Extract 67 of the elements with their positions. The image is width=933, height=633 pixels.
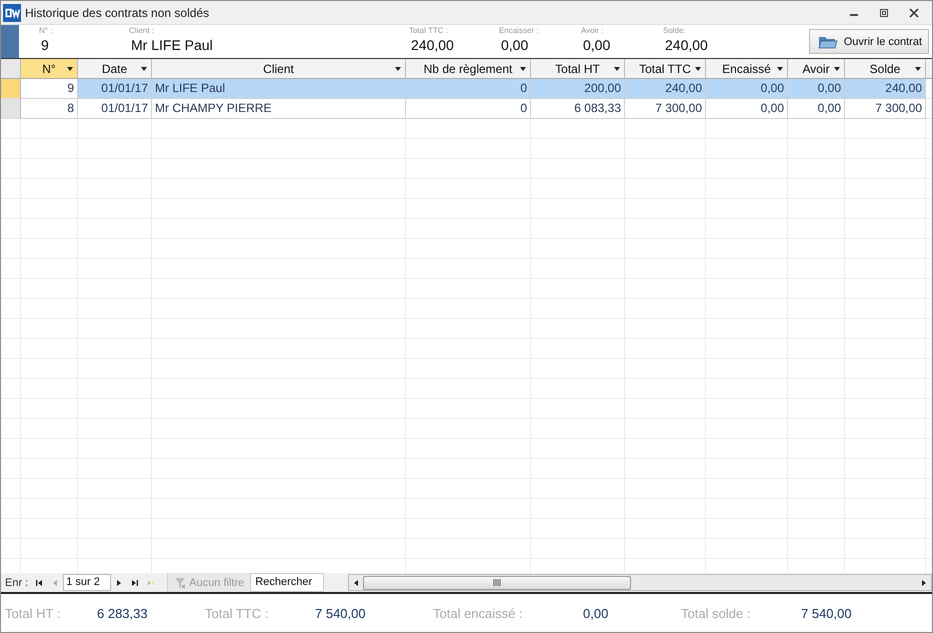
total-value: 0,00 bbox=[583, 606, 610, 620]
field-label: Avoir : bbox=[581, 26, 605, 36]
total-label: Total encaissé : bbox=[433, 606, 524, 620]
search-field[interactable]: Rechercher bbox=[250, 573, 324, 592]
total-label: Total solde : bbox=[681, 606, 752, 620]
table-cell: 240,00 bbox=[625, 79, 706, 99]
next-record-icon[interactable] bbox=[115, 578, 124, 586]
close-icon[interactable] bbox=[908, 8, 920, 18]
table-cell: 0,00 bbox=[788, 79, 845, 99]
total-label: Total TTC : bbox=[205, 606, 270, 620]
field-value: 240,00 bbox=[410, 36, 455, 54]
dropdown-arrow-icon[interactable] bbox=[695, 67, 701, 71]
table-cell: Mr LIFE Paul bbox=[152, 79, 406, 99]
dropdown-arrow-icon[interactable] bbox=[777, 67, 783, 71]
field-value: 0,00 bbox=[500, 36, 530, 54]
table-cell: 01/01/17 bbox=[78, 79, 152, 99]
dropdown-arrow-icon[interactable] bbox=[67, 67, 73, 71]
dropdown-arrow-icon[interactable] bbox=[614, 67, 620, 71]
record-position-field[interactable]: 1 sur 2 bbox=[63, 574, 112, 591]
column-header[interactable]: Encaissé bbox=[706, 59, 788, 78]
field-value: 240,00 bbox=[664, 36, 709, 54]
dropdown-arrow-icon[interactable] bbox=[915, 67, 921, 71]
filter-icon bbox=[174, 576, 186, 588]
field-value: 9 bbox=[40, 36, 50, 54]
first-record-icon[interactable] bbox=[35, 578, 44, 586]
table-cell: 0 bbox=[406, 79, 531, 99]
field-label: Encaisser : bbox=[499, 26, 540, 36]
field-value: 0,00 bbox=[582, 36, 612, 54]
table-cell: 240,00 bbox=[845, 79, 926, 99]
grip-icon bbox=[493, 579, 502, 586]
dropdown-arrow-icon[interactable] bbox=[520, 67, 526, 71]
last-record-icon[interactable] bbox=[131, 578, 140, 586]
total-value: 6 283,33 bbox=[97, 606, 149, 620]
corner-cell[interactable] bbox=[1, 59, 21, 78]
record-label: Enr : bbox=[4, 576, 30, 588]
scroll-left-icon[interactable] bbox=[352, 578, 360, 586]
table-row[interactable]: 9 01/01/17 Mr LIFE Paul 0 200,00 240,00 0,00 0,00 240,00 bbox=[1, 79, 932, 99]
column-header[interactable]: Nb de règlement bbox=[406, 59, 531, 78]
table-cell: 0,00 bbox=[706, 79, 788, 99]
field-label: Client : bbox=[129, 26, 155, 36]
field-label: Solde: bbox=[663, 26, 687, 36]
column-header[interactable]: Total TTC bbox=[625, 59, 706, 78]
dropdown-arrow-icon[interactable] bbox=[395, 67, 401, 71]
table-cell: 200,00 bbox=[531, 79, 625, 99]
field-label: Total TTC : bbox=[409, 26, 449, 36]
scroll-right-icon[interactable] bbox=[920, 578, 928, 586]
window-title: Historique des contrats non soldés bbox=[25, 6, 210, 20]
column-header[interactable]: N° bbox=[21, 59, 78, 78]
column-header[interactable]: Avoir bbox=[788, 59, 845, 78]
scrollbar-thumb[interactable] bbox=[363, 576, 632, 590]
column-header[interactable]: Client bbox=[152, 59, 406, 78]
field-label: N° : bbox=[39, 26, 54, 36]
dropdown-arrow-icon[interactable] bbox=[834, 67, 840, 71]
record-indicator bbox=[1, 25, 19, 58]
field-value: Mr LIFE Paul bbox=[130, 36, 214, 54]
dropdown-arrow-icon[interactable] bbox=[141, 67, 147, 71]
column-header[interactable]: Date bbox=[78, 59, 152, 78]
total-value: 7 540,00 bbox=[315, 606, 367, 620]
restore-icon[interactable] bbox=[878, 8, 890, 18]
open-contract-button[interactable]: Ouvrir le contrat bbox=[808, 29, 929, 54]
column-header[interactable]: Solde bbox=[845, 59, 926, 78]
table-cell: 9 bbox=[21, 79, 78, 99]
horizontal-scrollbar[interactable] bbox=[348, 574, 932, 591]
total-value: 7 540,00 bbox=[801, 606, 853, 620]
column-header[interactable]: Total HT bbox=[531, 59, 625, 78]
app-logo-icon bbox=[3, 4, 21, 22]
total-label: Total HT : bbox=[5, 606, 62, 620]
